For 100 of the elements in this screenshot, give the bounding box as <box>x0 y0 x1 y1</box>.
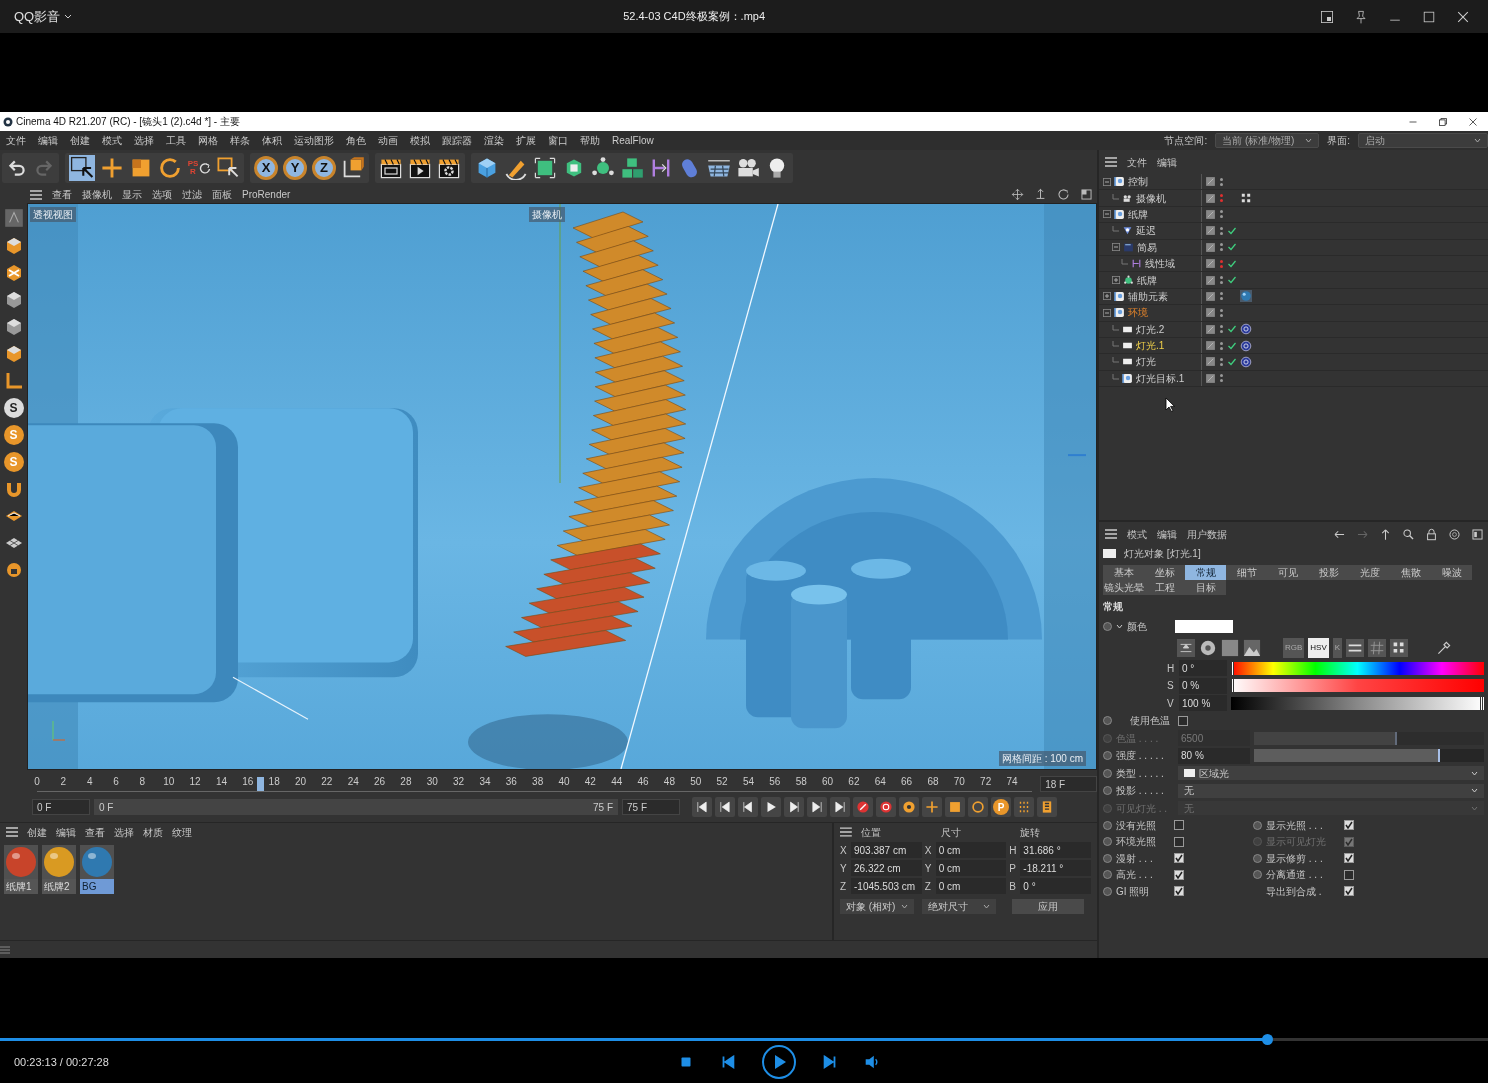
tab[interactable]: 焦散 <box>1390 565 1431 580</box>
menu-item[interactable]: 动画 <box>372 133 404 148</box>
menu-item[interactable]: 用户数据 <box>1187 526 1227 542</box>
enabled-check-icon[interactable] <box>1227 275 1237 286</box>
keyframe-toggle[interactable] <box>1103 837 1112 847</box>
dropdown-field[interactable]: 当前 (标准/物理) <box>1215 133 1320 148</box>
enabled-check-icon[interactable] <box>1227 324 1237 335</box>
tab[interactable]: 投影 <box>1308 565 1349 580</box>
search-icon[interactable] <box>1402 527 1415 541</box>
zoom-view-icon[interactable] <box>1034 188 1047 201</box>
keyframe-selection-icon[interactable] <box>902 800 916 814</box>
tab[interactable]: 噪波 <box>1431 565 1472 580</box>
menu-item[interactable]: 网格 <box>192 133 224 148</box>
keyframe-toggle[interactable] <box>1253 820 1262 830</box>
lock-icon[interactable] <box>1425 527 1438 541</box>
menu-icon[interactable] <box>30 189 42 200</box>
dropdown-field[interactable]: 无 <box>1178 783 1484 798</box>
maximize-view-icon[interactable] <box>1080 188 1093 201</box>
tab[interactable]: 细节 <box>1226 565 1267 580</box>
axis-lock-button[interactable]: Z <box>312 156 336 180</box>
keyframe-toggle[interactable] <box>1253 853 1262 863</box>
value-field[interactable]: 0 ° <box>1020 878 1091 894</box>
dropdown-field[interactable]: 对象 (相对) <box>840 899 914 914</box>
tab[interactable]: 目标 <box>1185 580 1226 595</box>
expand-toggle-icon[interactable] <box>1103 177 1111 186</box>
material-sphere-icon[interactable] <box>42 845 76 879</box>
tab[interactable]: 基本 <box>1103 565 1144 580</box>
color-wheel-icon[interactable] <box>1199 638 1217 657</box>
value-field[interactable]: -18.211 ° <box>1020 860 1091 876</box>
object-name[interactable]: 控制 <box>1128 174 1148 190</box>
menu-icon[interactable] <box>1105 529 1117 539</box>
layer-box-icon[interactable] <box>1205 372 1216 384</box>
move-icon[interactable] <box>100 156 124 180</box>
timeline-window-icon[interactable] <box>1040 800 1054 814</box>
expand-toggle-icon[interactable] <box>1103 210 1111 219</box>
value-field[interactable]: 26.322 cm <box>851 860 922 876</box>
previous-frame-icon[interactable] <box>741 800 755 814</box>
menu-item[interactable]: 创建 <box>64 133 96 148</box>
menu-item[interactable]: 文件 <box>1127 154 1147 170</box>
enabled-check-icon[interactable] <box>1227 258 1237 269</box>
expand-toggle-icon[interactable] <box>1112 276 1120 285</box>
target-icon[interactable] <box>1448 527 1461 541</box>
menu-item[interactable]: RealFlow <box>606 133 660 148</box>
progress-handle[interactable] <box>1261 1034 1273 1045</box>
tab[interactable]: 镜头光晕 <box>1103 580 1144 595</box>
layer-box-icon[interactable] <box>1205 208 1216 220</box>
apply-button[interactable]: 应用 <box>1012 899 1084 914</box>
object-name[interactable]: 摄像机 <box>1136 190 1166 206</box>
menu-item[interactable]: 文件 <box>0 133 32 148</box>
visibility-dots-icon[interactable] <box>1219 176 1224 187</box>
key-scale-icon[interactable] <box>948 800 962 814</box>
hex-icon[interactable] <box>1368 638 1387 657</box>
checkbox[interactable] <box>1174 869 1184 880</box>
mixer-icon[interactable] <box>1346 638 1365 657</box>
render-icon[interactable] <box>408 156 432 180</box>
axis-lock-button[interactable]: X <box>254 156 278 180</box>
material-sphere-icon[interactable] <box>80 845 114 879</box>
go-to-start-icon[interactable] <box>695 800 709 814</box>
layer-box-icon[interactable] <box>1205 307 1216 319</box>
coordinate-system-icon[interactable] <box>341 156 365 180</box>
menu-item[interactable]: 样条 <box>224 133 256 148</box>
rotate-icon[interactable] <box>158 156 182 180</box>
current-frame-field[interactable]: 18 F <box>1040 776 1097 792</box>
keyframe-toggle[interactable] <box>1103 622 1112 632</box>
menu-item[interactable]: 渲染 <box>478 133 510 148</box>
layer-box-icon[interactable] <box>1205 290 1216 302</box>
menu-item[interactable]: 纹理 <box>172 824 192 840</box>
menu-item[interactable]: 编辑 <box>1157 526 1177 542</box>
value-field[interactable]: 0 cm <box>935 878 1007 894</box>
checkbox[interactable] <box>1174 886 1184 897</box>
menu-item[interactable]: ProRender <box>242 187 291 202</box>
tab[interactable]: 光度 <box>1349 565 1390 580</box>
visibility-dots-icon[interactable] <box>1219 225 1224 236</box>
dropdown-field[interactable]: 区域光 <box>1178 766 1484 781</box>
target-tag-icon[interactable] <box>1240 323 1252 336</box>
object-name[interactable]: 环境 <box>1128 305 1148 321</box>
selection-tool-icon[interactable] <box>69 155 95 181</box>
keyframe-toggle[interactable] <box>1253 870 1262 880</box>
menu-icon[interactable] <box>840 827 852 837</box>
menu-item[interactable]: 帮助 <box>574 133 606 148</box>
key-position-icon[interactable] <box>925 800 939 814</box>
material-name[interactable]: 纸牌1 <box>4 879 38 894</box>
visibility-dots-icon[interactable] <box>1219 357 1224 367</box>
menu-item[interactable]: 体积 <box>256 133 288 148</box>
visibility-dots-icon[interactable] <box>1219 209 1224 220</box>
material-name[interactable]: 纸牌2 <box>42 879 76 894</box>
picture-in-picture-icon[interactable] <box>1319 8 1335 25</box>
menu-item[interactable]: 编辑 <box>32 133 64 148</box>
menu-item[interactable]: 跟踪器 <box>436 133 478 148</box>
playhead[interactable] <box>257 777 265 791</box>
color-swatch[interactable] <box>1175 620 1233 634</box>
eyedropper-icon[interactable] <box>1436 639 1453 656</box>
visibility-dots-icon[interactable] <box>1219 324 1224 335</box>
app-menu-button[interactable]: QQ影音 <box>8 6 79 27</box>
axis-lock-button[interactable]: Y <box>283 156 307 180</box>
material-tag-icon[interactable] <box>1240 290 1252 303</box>
slider-fill[interactable] <box>1254 749 1441 763</box>
layer-box-icon[interactable] <box>1205 241 1216 253</box>
snap-tool-icon[interactable]: S <box>3 398 24 418</box>
value-field[interactable]: 903.387 cm <box>851 842 922 858</box>
